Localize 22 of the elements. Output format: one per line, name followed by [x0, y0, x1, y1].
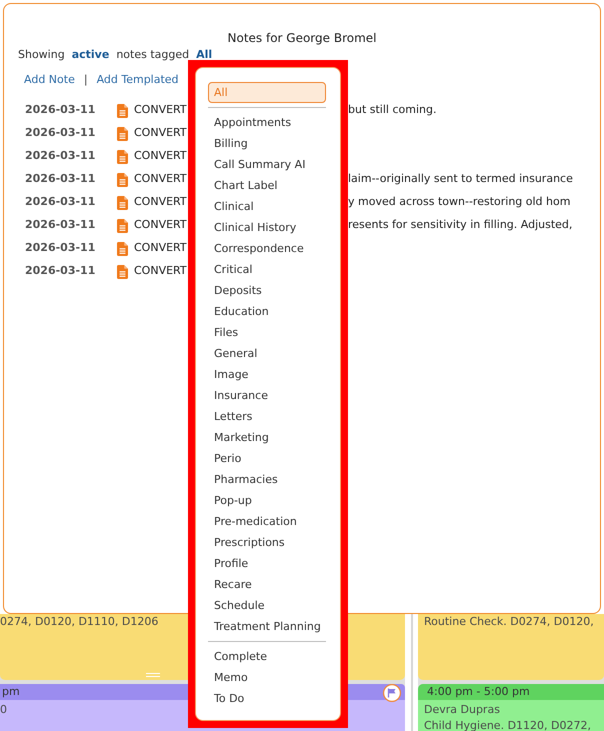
appointment-text: 0274, D0120, D1110, D1206 — [0, 614, 158, 630]
filter-label: notes tagged — [116, 49, 190, 60]
appointment-text: Devra Dupras — [424, 702, 500, 718]
dialog-title: Notes for George Bromel — [228, 30, 376, 46]
appointment-text: Child Hygiene. D1120, D0272, — [424, 718, 591, 731]
appointment-text: Routine Check. D0274, D0120, — [424, 614, 594, 630]
note-text: resents for sensitivity in filling. Adjusted, — [348, 217, 572, 234]
note-date: 2026-03-11 — [25, 148, 96, 164]
note-date: 2026-03-11 — [25, 125, 96, 142]
note-date: 2026-03-11 — [25, 240, 96, 256]
note-text: but still coming. — [348, 102, 436, 118]
note-date: 2026-03-11 — [25, 263, 96, 280]
appointment-text: 0 — [0, 702, 7, 718]
note-date: 2026-03-11 — [25, 171, 96, 188]
note-text: laim--originally sent to termed insurance — [348, 171, 573, 188]
note-text: y moved across town--restoring old hom — [348, 194, 570, 210]
note-date: 2026-03-11 — [25, 217, 96, 234]
link-separator: | — [84, 72, 88, 88]
note-date: 2026-03-11 — [25, 194, 96, 210]
appointment-header: 4:00 pm - 5:00 pm — [418, 684, 604, 700]
note-date: 2026-03-11 — [25, 102, 96, 118]
filter-label: Showing — [18, 49, 65, 60]
